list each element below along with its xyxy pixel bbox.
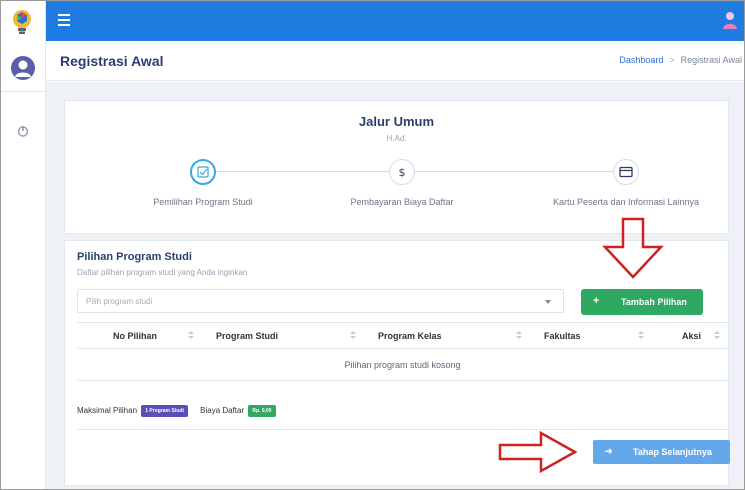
- empty-message: Pilihan program studi kosong: [77, 348, 728, 381]
- column-aksi[interactable]: Aksi: [652, 322, 728, 349]
- program-studi-select[interactable]: Pilih program studi: [77, 289, 564, 313]
- column-no-pilihan[interactable]: No Pilihan: [77, 322, 202, 349]
- page-title: Registrasi Awal: [60, 53, 164, 69]
- tambah-pilihan-label: Tambah Pilihan: [621, 297, 687, 307]
- max-label: Maksimal Pilihan: [77, 406, 138, 416]
- sort-icon: [714, 331, 720, 341]
- sort-icon: [350, 331, 356, 341]
- svg-text:$: $: [399, 166, 406, 179]
- rail-divider: [1, 91, 46, 92]
- top-bar: [46, 1, 744, 41]
- section-subtitle: Daftar pilihan program studi yang Anda i…: [77, 268, 248, 277]
- lightbulb-logo-icon[interactable]: [11, 9, 33, 35]
- main-content: Jalur Umum H.Ad. $ Pemilihan Program Stu…: [46, 82, 744, 489]
- table-row: Pilihan program studi kosong: [77, 348, 728, 381]
- page-header: Registrasi Awal Dashboard > Registrasi Awa…: [46, 41, 744, 81]
- left-rail: [1, 1, 46, 489]
- dollar-icon: $: [399, 166, 406, 179]
- jalur-title: Jalur Umum: [358, 114, 435, 129]
- user-icon: [15, 60, 31, 77]
- card-divider: [77, 429, 728, 430]
- step-3-label: Kartu Peserta dan Informasi Lainnya: [552, 197, 700, 207]
- power-icon[interactable]: [17, 125, 29, 137]
- select-placeholder: Pilih program studi: [86, 297, 153, 306]
- breadcrumb-dashboard[interactable]: Dashboard: [619, 55, 663, 65]
- selection-info: Maksimal Pilihan 1 Program Studi Biaya D…: [77, 405, 286, 417]
- sort-icon: [638, 331, 644, 341]
- card-icon: [619, 166, 633, 178]
- pilihan-card: Pilihan Program Studi Daftar pilihan pro…: [64, 240, 730, 486]
- section-title: Pilihan Program Studi: [77, 251, 192, 263]
- step-3-circle[interactable]: [613, 159, 639, 185]
- plus-icon: +: [593, 295, 600, 307]
- hamburger-menu-icon[interactable]: [58, 14, 70, 26]
- sort-icon: [188, 331, 194, 341]
- pilihan-table: No Pilihan Program Studi Program Kelas F…: [77, 322, 728, 381]
- breadcrumb-separator-icon: >: [669, 55, 675, 65]
- breadcrumb-current: Registrasi Awal: [680, 55, 742, 65]
- tahap-selanjutnya-button[interactable]: ➜ Tahap Selanjutnya: [593, 440, 730, 464]
- user-avatar[interactable]: [11, 56, 35, 80]
- tahap-selanjutnya-label: Tahap Selanjutnya: [633, 447, 712, 457]
- wizard-connector: [190, 171, 390, 172]
- step-2-label: Pembayaran Biaya Daftar: [350, 197, 454, 207]
- column-label: No Pilihan: [113, 330, 158, 341]
- column-label: Program Kelas: [378, 330, 442, 341]
- column-program-studi[interactable]: Program Studi: [202, 322, 364, 349]
- column-label: Aksi: [682, 330, 702, 341]
- chevron-down-icon: [545, 300, 551, 304]
- step-2-circle[interactable]: $: [389, 159, 415, 185]
- max-badge: 1 Program Studi: [141, 405, 188, 417]
- wizard-card: Jalur Umum H.Ad. $ Pemilihan Program Stu…: [64, 100, 729, 234]
- fee-label: Biaya Daftar: [200, 406, 245, 416]
- jalur-code: H.Ad.: [386, 134, 407, 143]
- column-label: Program Studi: [216, 330, 279, 341]
- breadcrumb: Dashboard > Registrasi Awal: [619, 55, 742, 65]
- fee-badge: Rp. 0,00: [248, 405, 276, 417]
- step-1-circle[interactable]: [190, 159, 216, 185]
- column-label: Fakultas: [544, 330, 581, 341]
- app-window: Registrasi Awal Dashboard > Registrasi Awa…: [0, 0, 745, 490]
- column-fakultas[interactable]: Fakultas: [530, 322, 652, 349]
- checkbox-icon: [197, 166, 209, 178]
- step-1-label: Pemilihan Program Studi: [153, 197, 253, 207]
- sort-icon: [516, 331, 522, 341]
- tambah-pilihan-button[interactable]: + Tambah Pilihan: [581, 289, 703, 315]
- arrow-right-icon: ➜: [605, 446, 613, 456]
- user-profile-icon[interactable]: [720, 10, 740, 30]
- column-program-kelas[interactable]: Program Kelas: [364, 322, 530, 349]
- wizard-connector: [415, 171, 625, 172]
